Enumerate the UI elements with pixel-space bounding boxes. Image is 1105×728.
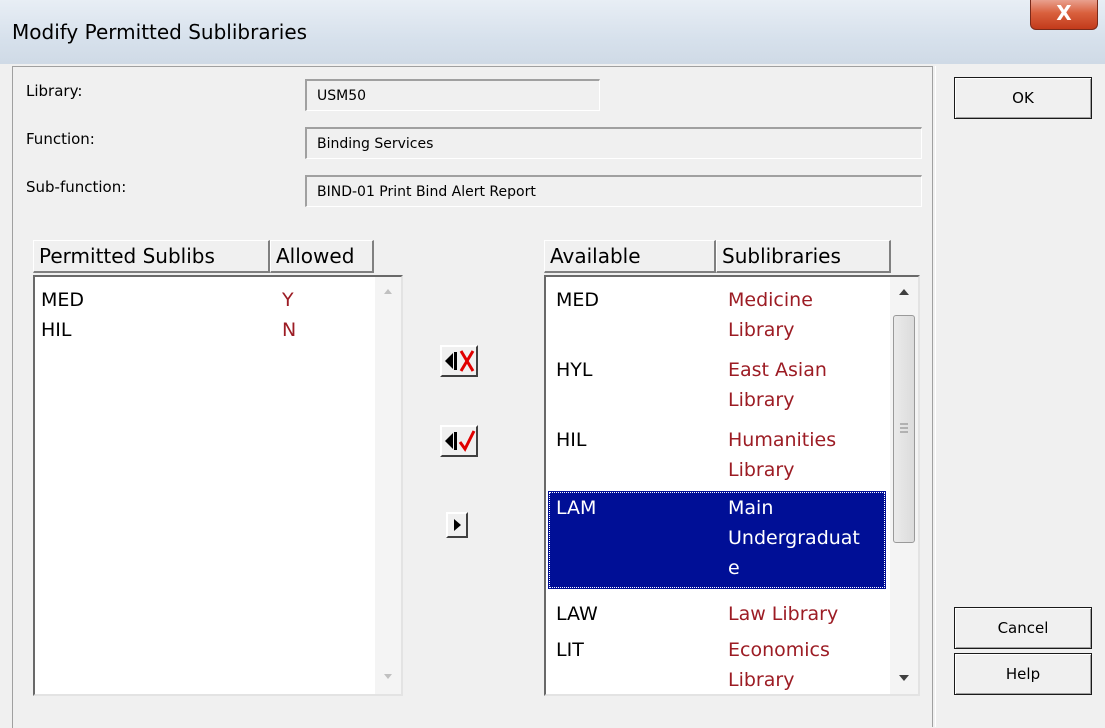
permitted-sublibs-list[interactable]: MED Y HIL N [33,275,403,696]
available-list-scrollbar[interactable] [890,277,918,694]
library-label: Library: [26,82,83,100]
sublib-name-line: Main [728,497,774,519]
sublib-name-line: Law Library [728,603,839,625]
permitted-list-scrollbar[interactable] [375,277,401,694]
sublib-name-line: Economics [728,639,830,661]
sublib-name-line: Library [728,459,795,481]
sublib-name-line: Medicine [728,289,813,311]
scroll-thumb[interactable] [893,315,915,543]
window-title: Modify Permitted Sublibraries [12,20,308,44]
scroll-down-icon [899,675,909,681]
sublib-name-line: Library [728,389,795,411]
ok-button[interactable]: OK [954,77,1092,119]
list-item[interactable]: HIL N [35,315,375,345]
list-item[interactable]: LIT Economics Library [546,635,888,694]
function-field: Binding Services [305,127,922,159]
library-field: USM50 [305,79,600,111]
sublib-name-line: e [728,557,740,579]
list-item[interactable]: HIL Humanities Library [546,425,888,485]
allowed-value: N [282,319,297,341]
sublib-code: LAW [556,603,598,625]
modify-permitted-sublibraries-dialog: Modify Permitted Sublibraries X Library:… [0,0,1105,728]
sublib-name-line: East Asian [728,359,827,381]
close-button[interactable]: X [1030,0,1098,30]
cancel-button[interactable]: Cancel [954,607,1092,649]
list-item-selected[interactable]: LAM Main Undergraduat e [548,491,886,589]
grip-icon [900,423,908,433]
allowed-column-header[interactable]: Allowed [270,240,374,273]
allowed-value: Y [282,289,294,311]
sublib-code: HIL [41,319,72,341]
list-item[interactable]: MED Medicine Library [546,285,888,345]
list-item[interactable]: MED Y [35,285,375,315]
subfunction-field: BIND-01 Print Bind Alert Report [305,175,922,207]
remove-sublib-button[interactable] [440,345,478,377]
available-column-header[interactable]: Available [544,240,716,273]
arrow-left-x-icon [442,347,476,375]
scroll-up-icon [899,289,909,295]
sublib-name-line: Library [728,319,795,341]
function-label: Function: [26,130,95,148]
sublib-code: LIT [556,639,584,661]
sublib-code: LAM [556,497,597,519]
sublib-code: MED [41,289,85,311]
available-sublibs-list[interactable]: MED Medicine Library HYL East Asian Libr… [544,275,920,696]
arrow-left-check-icon [442,427,476,455]
scroll-up-icon [384,289,392,294]
permitted-sublibs-column-header[interactable]: Permitted Sublibs [33,240,270,273]
list-item[interactable]: LAW Law Library [546,599,888,629]
arrow-right-icon [454,519,461,531]
sublib-code: HIL [556,429,587,451]
help-button[interactable]: Help [954,653,1092,695]
right-pane-separator [932,66,936,727]
add-sublib-button[interactable] [446,512,468,538]
scroll-down-icon [384,674,392,679]
sublib-code: HYL [556,359,593,381]
sublib-code: MED [556,289,600,311]
sublib-name-line: Undergraduat [728,527,860,549]
sublib-name-line: Humanities [728,429,837,451]
sublib-name-line: Library [728,669,795,691]
sublibraries-column-header[interactable]: Sublibraries [716,240,891,273]
close-icon: X [1056,1,1072,25]
title-bar: Modify Permitted Sublibraries X [0,0,1105,65]
allow-sublib-button[interactable] [440,425,478,457]
subfunction-label: Sub-function: [26,178,127,196]
list-item[interactable]: HYL East Asian Library [546,355,888,415]
